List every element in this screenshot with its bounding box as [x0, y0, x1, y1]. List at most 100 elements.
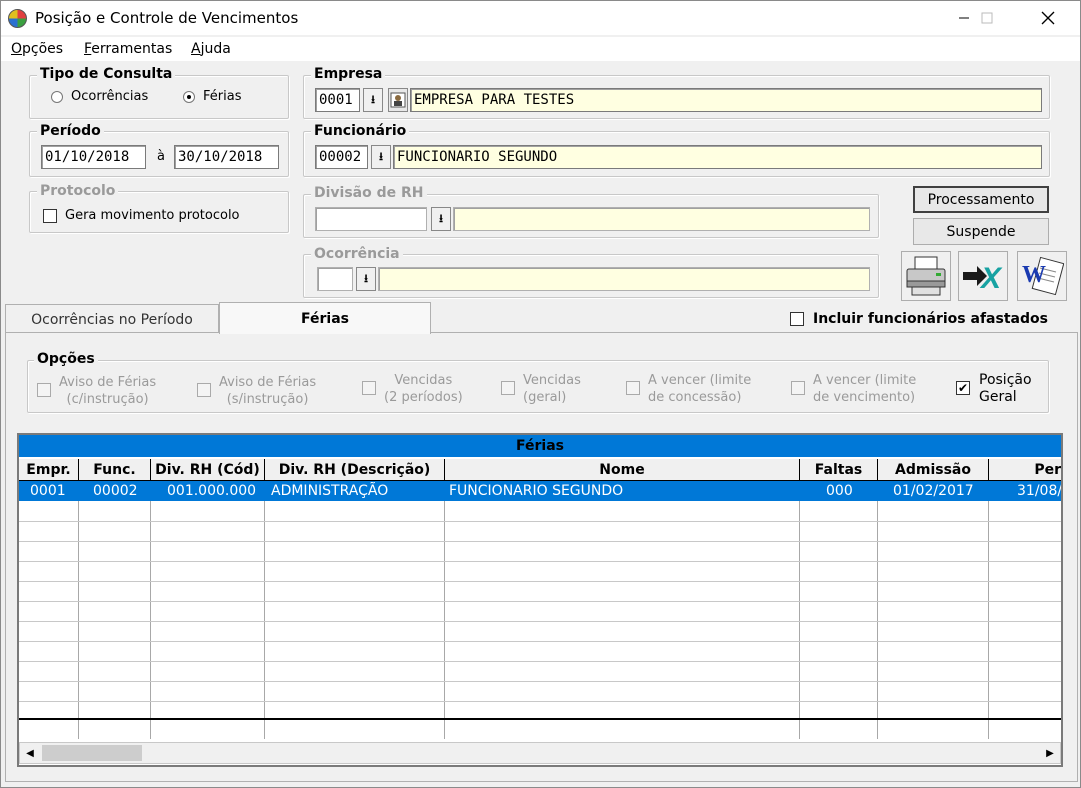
periodo-separator: à — [157, 149, 165, 164]
maximize-icon — [981, 12, 993, 24]
empresa-person-button[interactable] — [388, 88, 408, 112]
person-icon — [390, 92, 406, 108]
option-posicao-geral-checkbox[interactable]: ✔ — [956, 381, 970, 395]
option-vencidas-geral-label: Vencidas (geral) — [523, 373, 581, 405]
funcionario-code-input[interactable]: 00002 — [315, 145, 368, 169]
arrow-left-icon: ◀ — [26, 747, 34, 759]
export-word-button[interactable]: W — [1017, 251, 1067, 301]
processamento-button[interactable]: Processamento — [913, 186, 1049, 213]
cell-empr: 0001 — [30, 483, 66, 499]
scroll-thumb[interactable] — [42, 745, 142, 761]
divisao-lookup-button[interactable]: ⭳ — [431, 207, 451, 231]
empresa-name-field: EMPRESA PARA TESTES — [410, 88, 1042, 112]
option-aviso-c-instrucao-label: Aviso de Férias (c/instrução) — [59, 375, 157, 407]
cell-div-desc: ADMINISTRAÇÃO — [271, 483, 389, 499]
app-icon — [8, 9, 27, 28]
ocorrencia-name-field — [378, 267, 870, 291]
ocorrencia-label: Ocorrência — [311, 246, 403, 262]
horizontal-scrollbar[interactable]: ◀ ▶ — [19, 742, 1061, 764]
download-arrow-icon: ⭳ — [439, 211, 443, 225]
cell-func: 00002 — [93, 483, 138, 499]
periodo-label: Período — [37, 123, 104, 139]
tipo-consulta-label: Tipo de Consulta — [37, 66, 176, 82]
radio-ocorrencias[interactable] — [51, 91, 63, 103]
ocorrencia-code-input[interactable] — [317, 267, 353, 291]
tab-ferias[interactable]: Férias — [219, 302, 431, 334]
funcionario-label: Funcionário — [311, 123, 410, 139]
option-a-vencer-concessao-checkbox[interactable] — [626, 381, 640, 395]
window-title: Posição e Controle de Vencimentos — [35, 9, 299, 27]
main-window: Posição e Controle de Vencimentos Opções… — [0, 0, 1081, 788]
menu-ajuda[interactable]: Ajuda — [191, 41, 231, 57]
scroll-right-button[interactable]: ▶ — [1040, 743, 1060, 763]
option-vencidas-geral-checkbox[interactable] — [501, 381, 515, 395]
ocorrencia-lookup-button[interactable]: ⭳ — [356, 267, 376, 291]
download-arrow-icon: ⭳ — [364, 271, 368, 285]
periodo-start-input[interactable]: 01/10/2018 — [41, 145, 146, 169]
download-arrow-icon: ⭳ — [379, 149, 383, 163]
cell-admissao: 01/02/2017 — [893, 483, 974, 499]
excel-export-icon: X — [963, 262, 1003, 295]
svg-text:X: X — [979, 262, 1003, 295]
gera-movimento-checkbox[interactable] — [43, 209, 57, 223]
gera-movimento-label: Gera movimento protocolo — [65, 208, 240, 223]
print-button[interactable] — [901, 251, 951, 301]
divisao-code-input[interactable] — [315, 207, 427, 231]
option-a-vencer-concessao-label: A vencer (limite de concessão) — [648, 373, 752, 405]
grid-title: Férias — [19, 435, 1061, 457]
protocolo-label: Protocolo — [37, 183, 119, 199]
divisao-name-field — [453, 207, 870, 231]
column-header[interactable]: Div. RH (Descrição) — [265, 459, 445, 481]
cell-nome: FUNCIONARIO SEGUNDO — [449, 483, 624, 499]
ferias-grid: Férias Empr. Func. Div. RH (Cód) Div. RH… — [17, 433, 1063, 767]
radio-ferias[interactable] — [183, 91, 195, 103]
download-arrow-icon: ⭳ — [371, 92, 375, 106]
menu-opcoes[interactable]: Opções — [11, 41, 63, 57]
arrow-right-icon: ▶ — [1046, 747, 1054, 759]
menu-bar: Opções Ferramentas Ajuda — [1, 37, 1080, 61]
column-header[interactable]: Faltas — [800, 459, 878, 481]
export-excel-button[interactable]: X — [958, 251, 1008, 301]
opcoes-label: Opções — [34, 351, 98, 367]
radio-ferias-label: Férias — [203, 89, 242, 104]
option-a-vencer-vencimento-checkbox[interactable] — [791, 381, 805, 395]
column-header[interactable]: Div. RH (Cód) — [151, 459, 265, 481]
column-header[interactable]: Nome — [445, 459, 800, 481]
column-header[interactable]: Admissão — [878, 459, 989, 481]
column-header[interactable]: Per — [989, 459, 1061, 481]
tab-ocorrencias-periodo[interactable]: Ocorrências no Período — [5, 304, 219, 334]
option-vencidas-2-periodos-label: Vencidas (2 períodos) — [384, 373, 463, 405]
option-aviso-s-instrucao-label: Aviso de Férias (s/instrução) — [219, 375, 317, 407]
suspende-button[interactable]: Suspende — [913, 218, 1049, 245]
scroll-left-button[interactable]: ◀ — [20, 743, 40, 763]
empresa-label: Empresa — [311, 66, 386, 82]
svg-text:W: W — [1022, 262, 1046, 288]
empresa-code-input[interactable]: 0001 — [315, 88, 360, 112]
option-a-vencer-vencimento-label: A vencer (limite de vencimento) — [813, 373, 917, 405]
divisao-label: Divisão de RH — [311, 185, 427, 201]
column-header[interactable]: Func. — [79, 459, 151, 481]
cell-periodo: 31/08/ — [1017, 483, 1063, 499]
title-bar: Posição e Controle de Vencimentos — [1, 1, 1080, 35]
maximize-button — [964, 1, 1010, 35]
column-header[interactable]: Empr. — [19, 459, 79, 481]
checkmark-icon: ✔ — [957, 381, 969, 395]
table-row[interactable]: 0001 00002 001.000.000 ADMINISTRAÇÃO FUN… — [19, 481, 1061, 501]
funcionario-lookup-button[interactable]: ⭳ — [371, 145, 391, 169]
incluir-afastados-checkbox[interactable] — [790, 312, 804, 326]
periodo-end-input[interactable]: 30/10/2018 — [174, 145, 279, 169]
funcionario-name-field: FUNCIONARIO SEGUNDO — [393, 145, 1042, 169]
radio-ocorrencias-label: Ocorrências — [71, 89, 149, 104]
empresa-lookup-button[interactable]: ⭳ — [363, 88, 383, 112]
cell-faltas: 000 — [826, 483, 853, 499]
option-aviso-s-instrucao-checkbox[interactable] — [197, 383, 211, 397]
option-vencidas-2-periodos-checkbox[interactable] — [362, 381, 376, 395]
word-export-icon: W — [1022, 256, 1064, 296]
close-button[interactable] — [1025, 1, 1071, 35]
close-icon — [1041, 11, 1055, 25]
option-aviso-c-instrucao-checkbox[interactable] — [37, 383, 51, 397]
printer-icon — [906, 256, 946, 296]
menu-ferramentas[interactable]: Ferramentas — [84, 41, 172, 57]
option-posicao-geral-label: Posição Geral — [979, 372, 1032, 405]
cell-div-cod: 001.000.000 — [167, 483, 257, 499]
